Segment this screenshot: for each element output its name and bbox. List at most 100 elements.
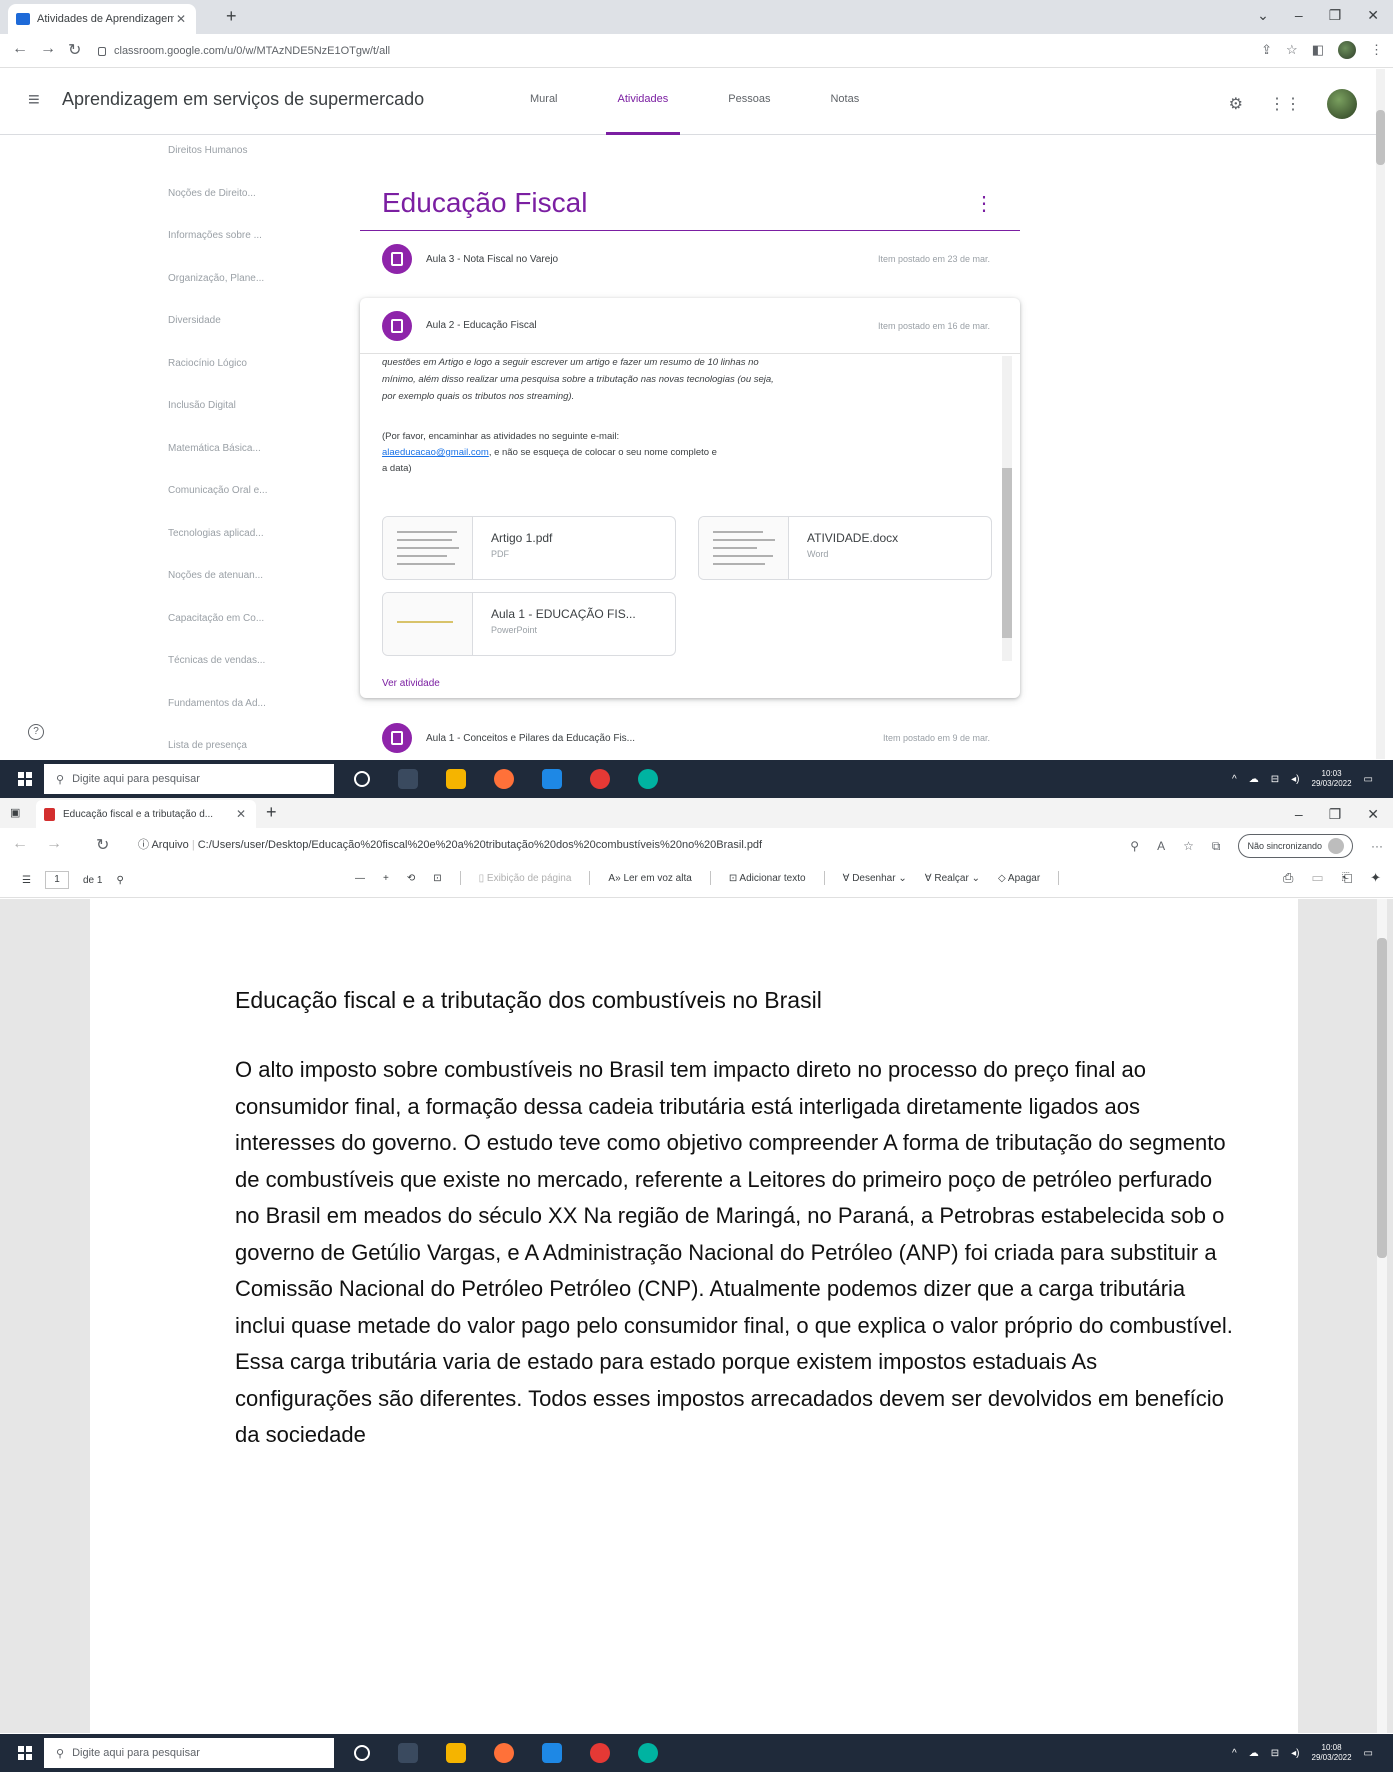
taskbar-search[interactable]: ⚲ Digite aqui para pesquisar bbox=[44, 1738, 334, 1768]
maximize-icon[interactable]: ❐ bbox=[1329, 806, 1342, 823]
topic-item[interactable]: Tecnologias aplicad... bbox=[168, 528, 298, 571]
network-icon[interactable]: ⊟ bbox=[1271, 1748, 1279, 1759]
close-tab-icon[interactable]: ✕ bbox=[174, 12, 188, 26]
page-view-button[interactable]: ▯ Exibição de página bbox=[479, 873, 572, 884]
firefox-icon[interactable] bbox=[494, 1743, 514, 1763]
account-avatar[interactable] bbox=[1327, 89, 1357, 119]
notifications-icon[interactable]: ▭ bbox=[1364, 1748, 1373, 1759]
address-bar[interactable]: classroom.google.com/u/0/w/MTAzNDE5NzE1O… bbox=[98, 40, 1198, 62]
edge-icon[interactable] bbox=[638, 1743, 658, 1763]
tab-notas[interactable]: Notas bbox=[818, 69, 871, 135]
attachment-card[interactable]: Artigo 1.pdf PDF bbox=[382, 516, 676, 580]
file-explorer-icon[interactable] bbox=[446, 769, 466, 789]
system-clock[interactable]: 10:08 29/03/2022 bbox=[1312, 1743, 1352, 1763]
chrome-icon[interactable] bbox=[590, 769, 610, 789]
topic-item[interactable]: Informações sobre ... bbox=[168, 230, 298, 273]
collections-icon[interactable]: ⧉ bbox=[1212, 839, 1221, 854]
maximize-icon[interactable]: ❐ bbox=[1329, 7, 1342, 24]
windows-start-icon[interactable] bbox=[18, 1746, 32, 1760]
tab-search-icon[interactable]: ⌄ bbox=[1257, 7, 1269, 24]
topic-item[interactable]: Raciocínio Lógico bbox=[168, 358, 298, 401]
find-search-icon[interactable]: ⚲ bbox=[116, 875, 123, 886]
topic-item[interactable]: Inclusão Digital bbox=[168, 400, 298, 443]
attachment-card[interactable]: Aula 1 - EDUCAÇÃO FIS... PowerPoint bbox=[382, 592, 676, 656]
settings-gear-icon[interactable]: ⚙ bbox=[1229, 94, 1243, 114]
new-tab-icon[interactable]: + bbox=[226, 6, 237, 27]
forward-icon[interactable]: → bbox=[46, 835, 62, 853]
edge-icon[interactable] bbox=[638, 769, 658, 789]
tab-actions-icon[interactable]: ▣ bbox=[10, 806, 20, 819]
add-text-button[interactable]: ⊡ Adicionar texto bbox=[729, 873, 806, 884]
sync-button[interactable]: Não sincronizando bbox=[1238, 834, 1353, 858]
reload-icon[interactable]: ↻ bbox=[96, 835, 109, 855]
cloud-icon[interactable]: ☁ bbox=[1249, 1748, 1259, 1759]
reload-icon[interactable]: ↻ bbox=[68, 40, 81, 60]
tab-pessoas[interactable]: Pessoas bbox=[716, 69, 782, 135]
task-view-icon[interactable] bbox=[398, 1743, 418, 1763]
bookmark-star-icon[interactable]: ☆ bbox=[1286, 42, 1298, 58]
file-explorer-icon[interactable] bbox=[446, 1743, 466, 1763]
pin-toolbar-icon[interactable]: ✦ bbox=[1370, 870, 1381, 886]
tray-chevron-icon[interactable]: ^ bbox=[1232, 1748, 1237, 1759]
firefox-icon[interactable] bbox=[494, 769, 514, 789]
notifications-icon[interactable]: ▭ bbox=[1364, 774, 1373, 785]
network-icon[interactable]: ⊟ bbox=[1271, 774, 1279, 785]
tab-atividades[interactable]: Atividades bbox=[605, 69, 681, 135]
topic-item[interactable]: Capacitação em Co... bbox=[168, 613, 298, 656]
profile-avatar[interactable] bbox=[1338, 41, 1356, 59]
save-as-icon[interactable]: ⎗ bbox=[1342, 870, 1352, 886]
cortana-icon[interactable] bbox=[354, 1745, 370, 1761]
back-icon[interactable]: ← bbox=[12, 835, 28, 853]
system-clock[interactable]: 10:03 29/03/2022 bbox=[1312, 769, 1352, 789]
page-scrollbar[interactable] bbox=[1376, 69, 1385, 759]
outlook-icon[interactable] bbox=[542, 769, 562, 789]
draw-button[interactable]: ∀ Desenhar ⌄ bbox=[843, 873, 907, 884]
address-bar[interactable]: ⓘ Arquivo | C:/Users/user/Desktop/Educaç… bbox=[138, 836, 762, 852]
cortana-icon[interactable] bbox=[354, 771, 370, 787]
browser-tab-pdf[interactable]: Educação fiscal e a tributação d... ✕ bbox=[36, 800, 256, 828]
new-tab-icon[interactable]: + bbox=[266, 802, 277, 823]
chrome-icon[interactable] bbox=[590, 1743, 610, 1763]
topic-item[interactable]: Diversidade bbox=[168, 315, 298, 358]
favorites-star-icon[interactable]: ☆ bbox=[1183, 839, 1194, 853]
share-icon[interactable]: ⇪ bbox=[1261, 42, 1272, 58]
close-window-icon[interactable]: ✕ bbox=[1367, 7, 1379, 24]
save-icon[interactable]: ▭ bbox=[1311, 870, 1323, 886]
course-title[interactable]: Aprendizagem em serviços de supermercado bbox=[62, 89, 424, 110]
windows-start-icon[interactable] bbox=[18, 772, 32, 786]
topic-item[interactable]: Organização, Plane... bbox=[168, 273, 298, 316]
page-number-input[interactable]: 1 bbox=[44, 871, 69, 889]
section-more-icon[interactable]: ⋮ bbox=[974, 191, 994, 216]
apps-grid-icon[interactable]: ⋮⋮ bbox=[1269, 94, 1301, 114]
page-scrollbar-thumb[interactable] bbox=[1376, 110, 1385, 165]
topic-item[interactable]: Técnicas de vendas... bbox=[168, 655, 298, 698]
cloud-icon[interactable]: ☁ bbox=[1249, 774, 1259, 785]
minimize-icon[interactable]: – bbox=[1295, 7, 1303, 24]
forward-icon[interactable]: → bbox=[40, 40, 56, 58]
topic-item[interactable]: Matemática Básica... bbox=[168, 443, 298, 486]
zoom-in-icon[interactable]: + bbox=[383, 873, 389, 884]
close-window-icon[interactable]: ✕ bbox=[1367, 806, 1379, 823]
tray-chevron-icon[interactable]: ^ bbox=[1232, 774, 1237, 785]
help-icon[interactable]: ? bbox=[28, 724, 44, 740]
assignment-row[interactable]: Aula 2 - Educação Fiscal Item postado em… bbox=[360, 298, 1020, 354]
read-aloud-button[interactable]: A» Ler em voz alta bbox=[608, 873, 691, 884]
close-tab-icon[interactable]: ✕ bbox=[234, 807, 248, 821]
topic-item[interactable]: Noções de atenuan... bbox=[168, 570, 298, 613]
highlight-button[interactable]: ∀ Realçar ⌄ bbox=[925, 873, 980, 884]
back-icon[interactable]: ← bbox=[12, 40, 28, 58]
minimize-icon[interactable]: – bbox=[1295, 806, 1303, 823]
contents-list-icon[interactable]: ☰ bbox=[22, 875, 31, 886]
rotate-icon[interactable]: ⟲ bbox=[407, 873, 415, 884]
assignment-row[interactable]: Aula 3 - Nota Fiscal no Varejo Item post… bbox=[360, 231, 1020, 287]
volume-icon[interactable]: ◂) bbox=[1291, 1748, 1299, 1759]
hamburger-menu-icon[interactable]: ≡ bbox=[28, 89, 40, 112]
erase-button[interactable]: ◇ Apagar bbox=[998, 873, 1040, 884]
outlook-icon[interactable] bbox=[542, 1743, 562, 1763]
topic-item[interactable]: Direitos Humanos bbox=[168, 145, 298, 188]
topic-item[interactable]: Fundamentos da Ad... bbox=[168, 698, 298, 741]
menu-kebab-icon[interactable]: ⋮ bbox=[1370, 42, 1383, 58]
zoom-icon[interactable]: ⚲ bbox=[1130, 839, 1139, 853]
zoom-out-icon[interactable]: — bbox=[355, 873, 365, 884]
topic-item[interactable]: Noções de Direito... bbox=[168, 188, 298, 231]
